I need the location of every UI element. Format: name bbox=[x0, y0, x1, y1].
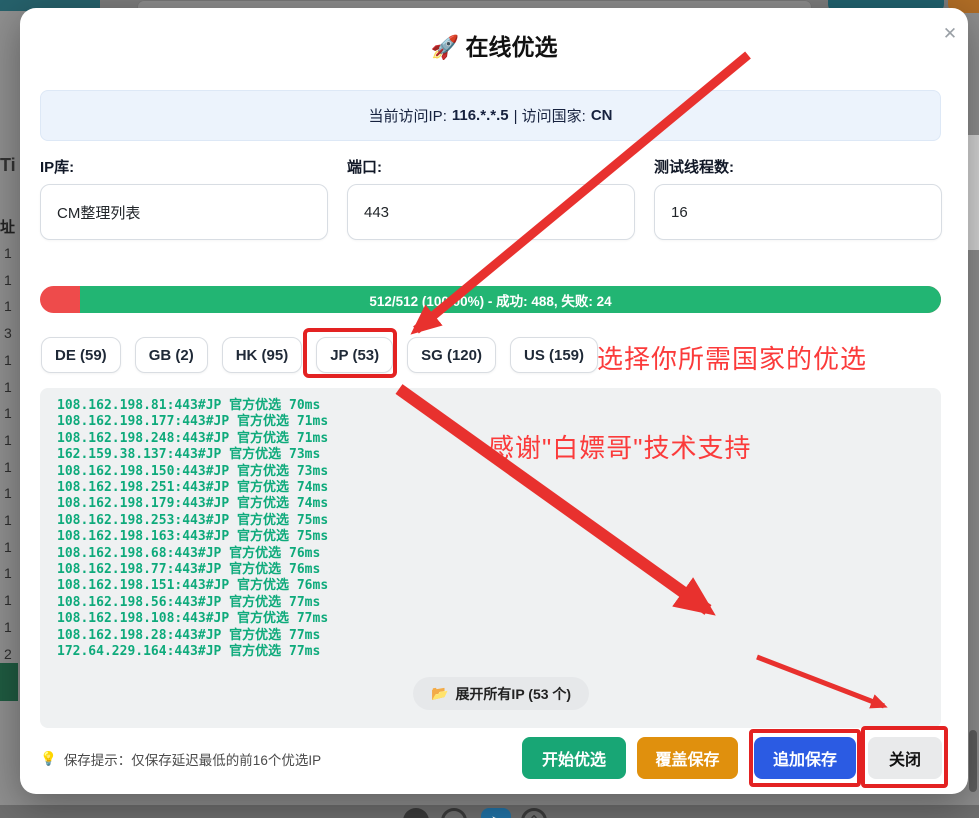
start-select-button[interactable]: 开始优选 bbox=[522, 737, 626, 779]
ip-library-select[interactable]: CM整理列表 bbox=[40, 184, 328, 240]
ip-results-list: 108.162.198.81:443#JP 官方优选 70ms 108.162.… bbox=[57, 398, 328, 661]
background-ip-table-digits: 1 1 1 3 1 1 1 1 1 1 1 1 1 1 1 2 bbox=[4, 240, 20, 667]
ip-library-label: IP库: bbox=[40, 156, 74, 177]
country-button-gb[interactable]: GB (2) bbox=[135, 337, 208, 373]
country-button-de[interactable]: DE (59) bbox=[41, 337, 121, 373]
background-scrollbar-thumb bbox=[969, 730, 977, 792]
annotation-box-append-save bbox=[749, 729, 861, 787]
progress-text: 512/512 (100.00%) - 成功: 488, 失败: 24 bbox=[40, 286, 941, 313]
country-button-hk[interactable]: HK (95) bbox=[222, 337, 303, 373]
page-title-text: 在线优选 bbox=[466, 34, 558, 60]
bulb-icon: 💡 bbox=[40, 751, 57, 767]
folder-icon: 📂 bbox=[431, 685, 448, 702]
background-column-header: 址 bbox=[0, 216, 20, 237]
background-green-cell bbox=[0, 663, 18, 701]
threads-input[interactable]: 16 bbox=[654, 184, 942, 240]
current-ip-banner: 当前访问IP: 116.*.*.5 | 访问国家: CN bbox=[40, 90, 941, 141]
page-title: 🚀 在线优选 bbox=[20, 28, 968, 62]
overwrite-save-button[interactable]: 覆盖保存 bbox=[637, 737, 738, 779]
country-label: | 访问国家: bbox=[514, 105, 586, 126]
rocket-icon: 🚀 bbox=[430, 34, 459, 60]
annotation-box-jp bbox=[303, 328, 397, 378]
expand-all-ips-label: 展开所有IP (53 个) bbox=[455, 684, 571, 704]
background-scrollbar-track bbox=[967, 135, 979, 250]
progress-bar: 512/512 (100.00%) - 成功: 488, 失败: 24 bbox=[40, 286, 941, 313]
telegram-icon: ➤ bbox=[481, 808, 511, 818]
annotation-pick-country: 选择你所需国家的优选 bbox=[597, 339, 867, 376]
country-button-us[interactable]: US (159) bbox=[510, 337, 598, 373]
port-input[interactable]: 443 bbox=[347, 184, 635, 240]
save-tip: 💡 保存提示：仅保存延迟最低的前16个优选IP bbox=[40, 749, 321, 769]
expand-all-ips-button[interactable]: 📂 展开所有IP (53 个) bbox=[413, 677, 589, 710]
country-value: CN bbox=[591, 107, 613, 124]
ip-label: 当前访问IP: bbox=[369, 105, 447, 126]
screen: Ti 址 1 1 1 3 1 1 1 1 1 1 1 1 1 1 1 2 ➤ ⌃… bbox=[0, 0, 979, 818]
country-button-sg[interactable]: SG (120) bbox=[407, 337, 496, 373]
save-tip-text: 保存提示：仅保存延迟最低的前16个优选IP bbox=[64, 749, 321, 769]
threads-label: 测试线程数: bbox=[654, 156, 734, 177]
port-label: 端口: bbox=[347, 156, 382, 177]
annotation-box-close bbox=[861, 726, 948, 788]
annotation-thanks: 感谢"白嫖哥"技术支持 bbox=[488, 428, 751, 465]
background-left-heading: Ti bbox=[0, 155, 20, 176]
ip-value: 116.*.*.5 bbox=[452, 107, 509, 124]
